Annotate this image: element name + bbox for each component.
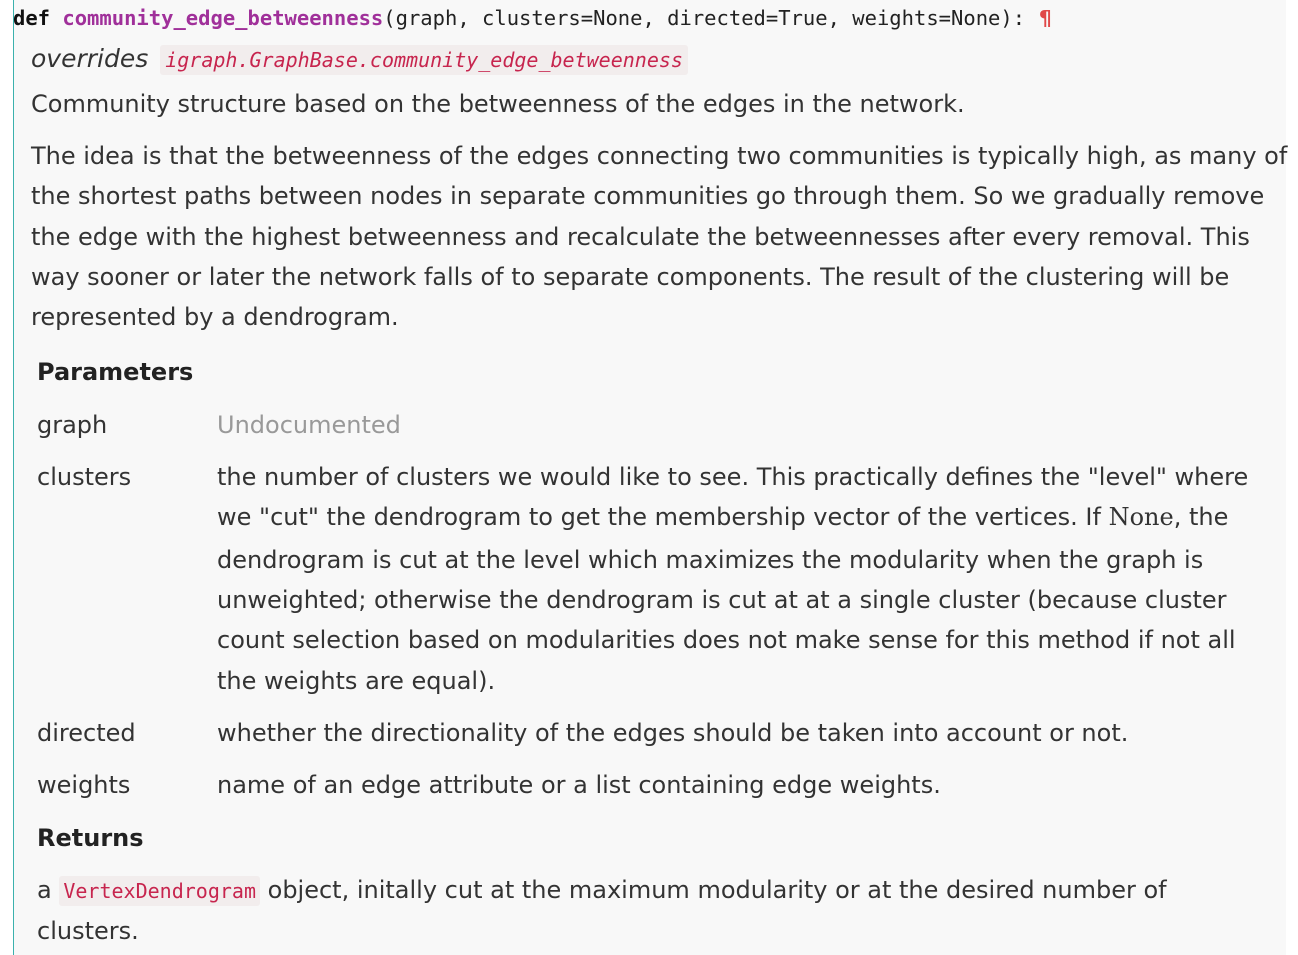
param-desc-directed: whether the directionality of the edges … <box>217 719 1129 747</box>
function-name: community_edge_betweenness <box>62 6 384 30</box>
param-name-directed: directed <box>37 719 136 747</box>
none-code: None <box>1108 503 1174 531</box>
param-name-graph: graph <box>37 411 108 439</box>
param-desc-clusters-line: the weights are equal). <box>217 667 496 695</box>
param-desc-clusters-line: we "cut" the dendrogram to get the membe… <box>217 503 1228 531</box>
param-name-clusters: clusters <box>37 463 132 491</box>
permalink-pilcrow-icon[interactable]: ¶ <box>1039 6 1051 30</box>
param-desc-clusters-line: the number of clusters we would like to … <box>217 463 1249 491</box>
clusters-text: , the <box>1173 503 1229 531</box>
description-line: the shortest paths between nodes in sepa… <box>31 182 1265 211</box>
param-name-weights: weights <box>37 771 131 799</box>
overrides-link[interactable]: igraph.GraphBase.community_edge_betweenn… <box>160 45 688 75</box>
signature-params: (graph, clusters=None, directed=True, we… <box>383 6 1026 30</box>
def-keyword: def <box>13 6 51 30</box>
description-paragraph: The idea is that the betweenness of the … <box>31 136 1288 337</box>
returns-description-line2: clusters. <box>37 917 139 945</box>
description-line: way sooner or later the network falls of… <box>31 262 1230 291</box>
returns-description: a VertexDendrogram object, initally cut … <box>37 876 1167 906</box>
param-desc-clusters-line: count selection based on modularities do… <box>217 626 1236 654</box>
vertexdendrogram-link[interactable]: VertexDendrogram <box>59 876 260 906</box>
overrides-line: overrides igraph.GraphBase.community_edg… <box>31 44 688 75</box>
returns-text: object, initally cut at the maximum modu… <box>260 876 1167 904</box>
parameters-heading: Parameters <box>37 358 194 386</box>
function-signature: def community_edge_betweenness(graph, cl… <box>13 6 1052 30</box>
param-desc-graph: Undocumented <box>217 411 401 439</box>
clusters-text: we "cut" the dendrogram to get the membe… <box>217 503 1109 531</box>
description-line: the edge with the highest betweenness an… <box>31 222 1250 251</box>
param-desc-clusters-line: dendrogram is cut at the level which max… <box>217 546 1204 574</box>
returns-heading: Returns <box>37 824 144 852</box>
description-line: represented by a dendrogram. <box>31 303 399 332</box>
summary-text: Community structure based on the between… <box>31 90 965 118</box>
returns-prefix: a <box>37 876 60 904</box>
overrides-label: overrides <box>31 44 149 73</box>
description-line: The idea is that the betweenness of the … <box>31 142 1288 170</box>
param-desc-clusters-line: unweighted; otherwise the dendrogram is … <box>217 586 1227 614</box>
param-desc-weights: name of an edge attribute or a list cont… <box>217 771 941 799</box>
